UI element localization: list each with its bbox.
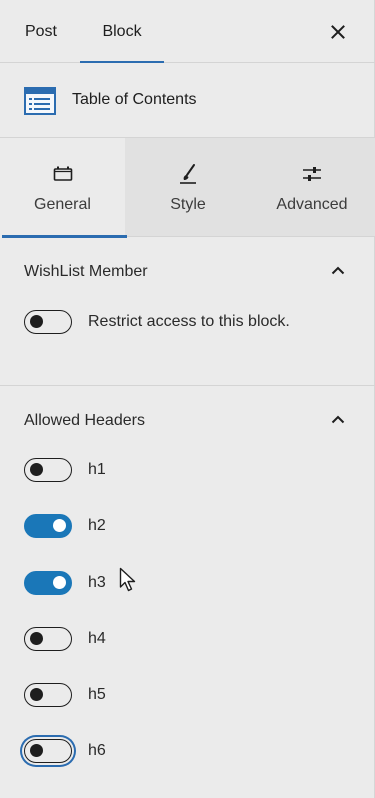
header-toggle-h3[interactable] — [24, 571, 72, 595]
allowed-headers-title[interactable]: Allowed Headers — [24, 412, 145, 430]
tab-advanced[interactable]: Advanced — [249, 138, 375, 237]
allowed-headers-panel: Allowed Headers h1 h2 h3 h4 h5 h6 — [0, 386, 375, 798]
chevron-up-icon[interactable] — [326, 259, 350, 283]
tab-general-label: General — [34, 196, 91, 213]
restrict-access-row: Restrict access to this block. — [24, 309, 290, 335]
sidebar-tabs: Post Block — [0, 0, 375, 63]
header-toggle-h1[interactable] — [24, 458, 72, 482]
sliders-icon — [303, 167, 321, 181]
toggle-knob — [53, 576, 66, 589]
tab-general[interactable]: General — [0, 138, 127, 238]
tab-block[interactable]: Block — [80, 0, 164, 63]
header-label-h5: h5 — [88, 686, 106, 703]
block-title: Table of Contents — [72, 91, 197, 108]
restrict-access-label: Restrict access to this block. — [88, 313, 290, 330]
header-toggle-row-h5: h5 — [24, 682, 106, 708]
table-of-contents-icon — [24, 87, 56, 115]
toggle-knob — [53, 519, 66, 532]
brush-icon — [180, 164, 196, 184]
header-toggle-row-h4: h4 — [24, 626, 106, 652]
mouse-cursor-icon — [119, 567, 136, 592]
toggle-knob — [30, 463, 43, 476]
chevron-up-icon[interactable] — [326, 408, 350, 432]
wishlist-member-title[interactable]: WishList Member — [24, 263, 148, 281]
header-toggle-h4[interactable] — [24, 627, 72, 651]
toggle-knob — [30, 632, 43, 645]
header-toggle-h5[interactable] — [24, 683, 72, 707]
header-toggle-h6[interactable] — [24, 739, 72, 763]
general-settings-icon — [53, 166, 72, 181]
close-button[interactable] — [318, 14, 358, 50]
wishlist-member-panel: WishList Member Restrict access to this … — [0, 237, 375, 386]
close-icon — [331, 25, 345, 39]
header-toggle-row-h6: h6 — [24, 738, 106, 764]
header-label-h6: h6 — [88, 742, 106, 759]
header-toggle-row-h2: h2 — [24, 513, 106, 539]
header-toggle-row-h1: h1 — [24, 457, 106, 483]
tab-style-label: Style — [170, 196, 206, 213]
block-settings-panel: Post Block Table of Contents General Sty… — [0, 0, 375, 798]
header-label-h4: h4 — [88, 630, 106, 647]
toggle-knob — [30, 744, 43, 757]
tab-style[interactable]: Style — [127, 138, 249, 237]
block-card: Table of Contents — [0, 63, 375, 138]
inspector-tabs: General Style Advanced — [0, 138, 375, 238]
toggle-knob — [30, 688, 43, 701]
header-label-h1: h1 — [88, 461, 106, 478]
tab-advanced-label: Advanced — [276, 196, 348, 213]
toggle-knob — [30, 315, 43, 328]
header-toggle-h2[interactable] — [24, 514, 72, 538]
header-toggle-row-h3: h3 — [24, 570, 106, 596]
restrict-access-toggle[interactable] — [24, 310, 72, 334]
header-label-h3: h3 — [88, 574, 106, 591]
tab-post[interactable]: Post — [8, 0, 74, 63]
header-label-h2: h2 — [88, 517, 106, 534]
